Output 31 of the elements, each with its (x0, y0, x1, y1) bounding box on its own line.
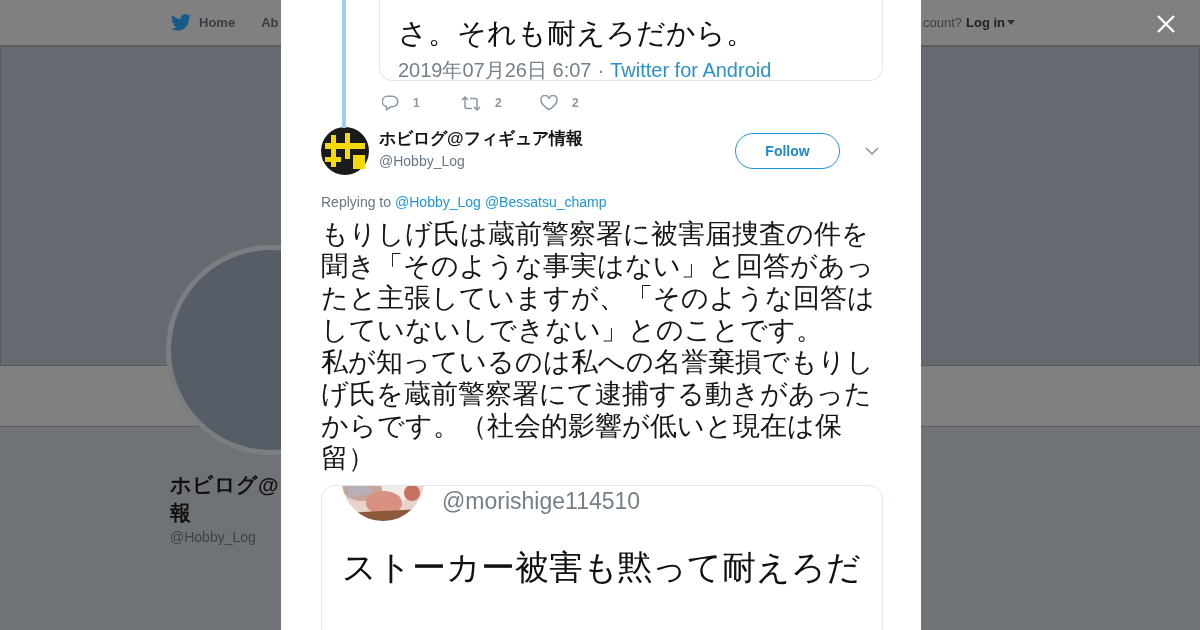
speech-bubble-icon (382, 95, 399, 111)
timestamp: 2019年07月26日 6:07 (398, 58, 592, 83)
follow-button[interactable]: Follow (735, 133, 840, 169)
replying-label: Replying to (321, 194, 392, 210)
profile-name: 報 (170, 500, 192, 526)
close-icon[interactable] (1157, 15, 1175, 33)
user-handle: @Hobby_Log (379, 152, 466, 171)
chevron-down-icon[interactable] (865, 147, 879, 155)
like-button[interactable]: 2 (540, 92, 619, 114)
home-link[interactable]: Home (171, 14, 236, 31)
avatar-icon (321, 127, 369, 175)
quoted-text: ストーカー被害も黙って耐えろだ (342, 547, 862, 588)
quoted-handle: @morishige114510 (442, 487, 641, 516)
bird-icon (171, 14, 191, 31)
heart-icon (540, 95, 558, 111)
user-name: ホビログ@フィギュア情報 (379, 128, 584, 150)
screenshot-text: さ。それも耐えろだから。 (398, 16, 756, 51)
separator-dot: · (597, 58, 605, 83)
reply-button[interactable]: 1 (382, 92, 461, 114)
login-link[interactable]: Log in (966, 15, 1015, 30)
retweet-button[interactable]: 2 (461, 92, 540, 114)
nav-link[interactable]: Ab (261, 15, 279, 30)
retweet-icon (461, 95, 481, 111)
profile-name: ホビログ@ (170, 472, 278, 498)
tweet-text: 私が知っているのは私への名誉棄損でもりしげ氏を蔵前警察署にて逮捕する動きがあったからです。（社会的影響が低いと現在は保留） (321, 346, 875, 474)
caret-icon (1007, 20, 1015, 25)
account-prompt: count? (922, 15, 962, 30)
mention-link[interactable]: @Bessatsu_champ (484, 194, 607, 210)
tweet-text: もりしげ氏は蔵前警察署に被害届捜査の件を聞き「そのような事実はない」と回答があったと主張していますが、「そのような回答はしていないしできない」とのことです。 (321, 218, 876, 346)
quoted-tweet-card[interactable]: @morishige114510 ストーカー被害も黙って耐えろだ (321, 485, 883, 630)
mention-link[interactable]: @Hobby_Log (395, 194, 481, 210)
